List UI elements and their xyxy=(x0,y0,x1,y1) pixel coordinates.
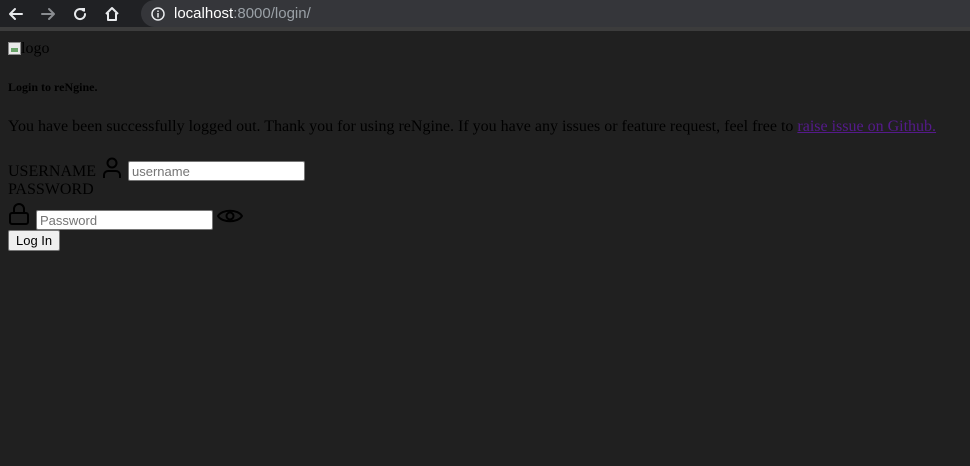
username-label: USERNAME xyxy=(8,163,97,180)
password-input[interactable] xyxy=(36,210,213,230)
home-button[interactable] xyxy=(96,0,128,27)
reload-icon xyxy=(74,7,87,20)
url-text: localhost:8000/login/ xyxy=(174,5,311,22)
username-row: USERNAME xyxy=(8,153,306,181)
login-page: logo Login to reNgine. You have been suc… xyxy=(0,31,970,466)
username-input[interactable] xyxy=(128,161,306,181)
broken-image-icon xyxy=(8,42,21,55)
eye-icon[interactable] xyxy=(217,206,243,226)
logo-alt-text: logo xyxy=(21,39,50,57)
password-label: PASSWORD xyxy=(8,181,94,198)
reload-button[interactable] xyxy=(64,0,96,27)
logout-message-text: You have been successfully logged out. T… xyxy=(8,118,798,135)
lock-icon xyxy=(8,202,30,226)
logo: logo xyxy=(8,40,49,57)
url-host: localhost xyxy=(174,5,234,22)
address-bar[interactable]: localhost:8000/login/ xyxy=(141,0,970,27)
page-title: Login to reNgine. xyxy=(8,80,98,94)
password-row xyxy=(8,202,243,230)
user-icon xyxy=(102,157,122,179)
login-button[interactable]: Log In xyxy=(8,230,61,251)
forward-icon xyxy=(41,7,55,20)
forward-button[interactable] xyxy=(32,0,64,27)
github-issue-link[interactable]: raise issue on Github. xyxy=(797,118,936,135)
browser-toolbar: localhost:8000/login/ xyxy=(0,0,970,27)
info-icon[interactable] xyxy=(151,6,165,21)
url-path: :8000/login/ xyxy=(233,5,311,22)
logout-message: You have been successfully logged out. T… xyxy=(8,118,936,136)
back-button[interactable] xyxy=(0,0,32,27)
back-icon xyxy=(9,7,23,20)
home-icon xyxy=(105,6,119,21)
